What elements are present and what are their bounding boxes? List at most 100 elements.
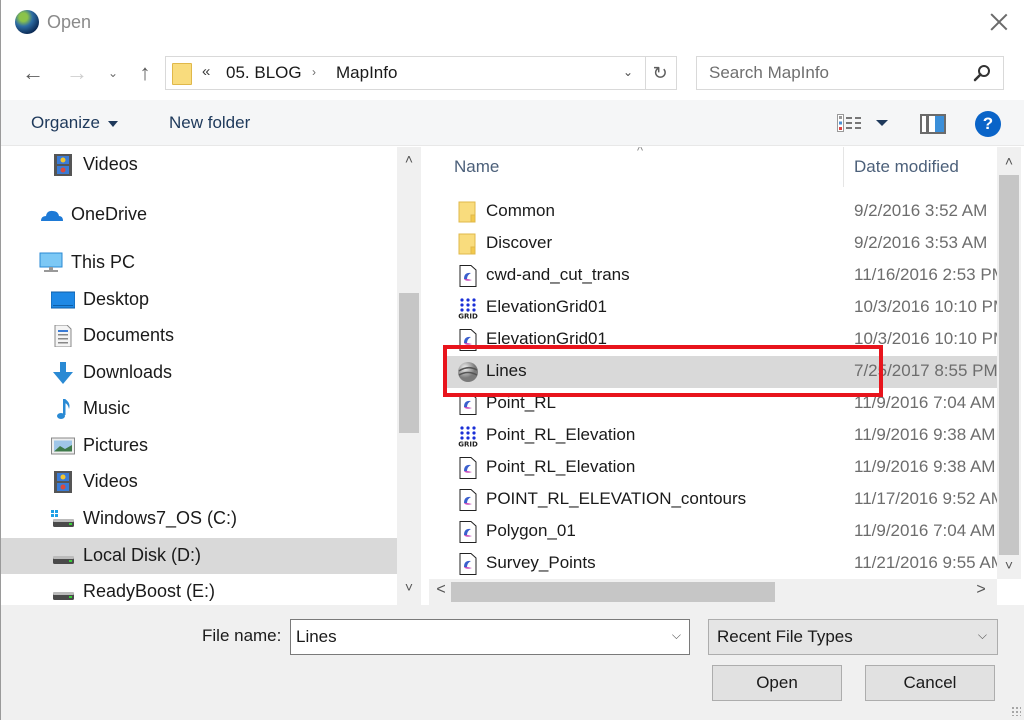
file-date-modified: 11/9/2016 9:38 AM <box>854 457 996 476</box>
open-button[interactable]: Open <box>712 665 842 701</box>
open-dialog: Open ← → ⌄ ↑ « 05. BLOG › MapInfo ⌄ ↻ Se… <box>0 0 1024 720</box>
scroll-thumb[interactable] <box>999 175 1019 555</box>
column-header-date-modified[interactable]: Date modified <box>844 147 997 191</box>
cancel-button[interactable]: Cancel <box>865 665 995 701</box>
view-options-dropdown[interactable] <box>876 120 888 126</box>
address-bar[interactable]: « 05. BLOG › MapInfo ⌄ ↻ <box>165 56 677 90</box>
nav-item-label: Pictures <box>83 435 149 455</box>
nav-item-downloads[interactable]: Downloads <box>1 355 397 391</box>
new-folder-button[interactable]: New folder <box>169 113 250 133</box>
navigation-pane: Videos OneDrive This PC Desktop Document… <box>1 147 421 605</box>
address-dropdown-button[interactable]: ⌄ <box>620 65 636 81</box>
breadcrumb-mapinfo[interactable]: MapInfo <box>336 63 397 83</box>
breadcrumb-separator[interactable]: › <box>312 65 316 79</box>
title-bar: Open <box>1 0 1024 48</box>
address-divider <box>645 57 646 89</box>
pane-splitter[interactable] <box>421 147 429 605</box>
back-button[interactable]: ← <box>19 60 47 86</box>
up-button[interactable]: ↑ <box>131 60 159 86</box>
resize-grip[interactable] <box>1011 706 1021 716</box>
nav-item-videos[interactable]: Videos <box>1 464 397 500</box>
search-input[interactable] <box>697 57 967 89</box>
file-row[interactable]: Common 9/2/2016 3:52 AM <box>447 196 997 228</box>
nav-item-desktop[interactable]: Desktop <box>1 282 397 318</box>
search-icon[interactable] <box>973 64 991 82</box>
file-row[interactable]: POINT_RL_ELEVATION_contours 11/17/2016 9:… <box>447 484 997 516</box>
file-name-input[interactable] <box>291 620 661 654</box>
file-row[interactable]: GRID Point_RL_Elevation 11/9/2016 9:38 AM <box>447 420 997 452</box>
nav-item-readyboost-e[interactable]: ReadyBoost (E:) <box>1 574 397 605</box>
scroll-down-button[interactable]: ˅ <box>397 579 421 599</box>
svg-text:GRID: GRID <box>458 313 478 320</box>
chevron-down-icon[interactable]: ⌵ <box>672 628 681 643</box>
nav-item-pictures[interactable]: Pictures <box>1 428 397 464</box>
caret-down-icon <box>107 120 118 127</box>
scroll-right-button[interactable]: > <box>971 581 991 603</box>
column-header-name[interactable]: Name ^ <box>429 147 843 191</box>
scroll-left-button[interactable]: < <box>431 581 451 603</box>
scroll-up-button[interactable]: ˄ <box>997 153 1021 173</box>
help-icon[interactable]: ? <box>975 111 1001 137</box>
nav-item-windows7-os-c[interactable]: Windows7_OS (C:) <box>1 501 397 537</box>
close-button[interactable] <box>987 10 1011 34</box>
grid-file-icon: GRID <box>458 426 478 447</box>
organize-button[interactable]: Organize <box>31 113 118 133</box>
file-type-select[interactable]: Recent File Types ⌵ <box>708 619 998 655</box>
file-date-modified: 11/9/2016 9:38 AM <box>854 425 996 444</box>
details-view-icon[interactable] <box>837 114 863 132</box>
file-row[interactable]: cwd-and_cut_trans 11/16/2016 2:53 PM <box>447 260 997 292</box>
column-name-label: Name <box>454 157 500 176</box>
nav-item-this-pc[interactable]: This PC <box>1 245 397 281</box>
file-date-modified: 10/3/2016 10:10 PM <box>854 297 997 316</box>
folder-icon <box>172 63 192 85</box>
file-name: ElevationGrid01 <box>486 329 607 348</box>
music-icon <box>57 399 70 419</box>
file-name-combobox[interactable]: ⌵ <box>290 619 690 655</box>
file-name: POINT_RL_ELEVATION_contours <box>486 489 747 508</box>
mapinfo-table-icon <box>459 521 477 543</box>
file-name: Point_RL <box>486 393 556 412</box>
nav-item-label: Music <box>83 398 131 418</box>
nav-item-videos[interactable]: Videos <box>1 147 397 183</box>
file-date-modified: 11/9/2016 7:04 AM <box>854 393 996 412</box>
nav-item-label: This PC <box>71 252 136 272</box>
file-name: cwd-and_cut_trans <box>486 265 630 284</box>
file-date-modified: 11/17/2016 9:52 AM <box>854 489 997 508</box>
recent-locations-dropdown[interactable]: ⌄ <box>105 60 121 86</box>
folder-icon <box>458 233 476 255</box>
scroll-up-button[interactable]: ˄ <box>397 151 421 171</box>
navigation-pane-scrollbar[interactable]: ˄ ˅ <box>397 147 421 605</box>
scroll-thumb[interactable] <box>451 582 775 602</box>
file-row[interactable]: Point_RL_Elevation 11/9/2016 9:38 AM <box>447 452 997 484</box>
file-row[interactable]: Lines 7/25/2017 8:55 PM <box>447 356 997 388</box>
refresh-button[interactable]: ↻ <box>648 61 672 85</box>
file-row[interactable]: Point_RL 11/9/2016 7:04 AM <box>447 388 997 420</box>
nav-item-onedrive[interactable]: OneDrive <box>1 197 397 233</box>
scroll-thumb[interactable] <box>399 293 419 433</box>
file-list-vertical-scrollbar[interactable]: ˄ ˅ <box>997 147 1021 579</box>
file-row[interactable]: ElevationGrid01 10/3/2016 10:10 PM <box>447 324 997 356</box>
window-title: Open <box>47 12 92 32</box>
breadcrumb-blog[interactable]: 05. BLOG <box>226 63 302 83</box>
nav-item-label: Documents <box>83 325 175 345</box>
search-box[interactable] <box>696 56 1004 90</box>
videos-icon <box>54 154 72 176</box>
breadcrumb-overflow[interactable]: « <box>202 63 210 80</box>
grid-file-icon: GRID <box>458 298 478 320</box>
nav-item-local-disk-d[interactable]: Local Disk (D:) <box>1 538 397 574</box>
nav-item-documents[interactable]: Documents <box>1 318 397 354</box>
videos-icon <box>54 471 72 493</box>
preview-pane-icon[interactable] <box>920 114 946 134</box>
scroll-down-button[interactable]: ˅ <box>997 557 1021 577</box>
organize-label: Organize <box>31 113 100 132</box>
file-list-horizontal-scrollbar[interactable]: < > <box>429 579 997 605</box>
file-row[interactable]: GRID ElevationGrid01 10/3/2016 10:10 PM <box>447 292 997 324</box>
forward-button[interactable]: → <box>63 60 91 86</box>
nav-item-music[interactable]: Music <box>1 391 397 427</box>
file-name: Polygon_01 <box>486 521 576 540</box>
file-row[interactable]: Polygon_01 11/9/2016 7:04 AM <box>447 516 997 548</box>
file-row[interactable]: Survey_Points 11/21/2016 9:55 AM <box>447 548 997 579</box>
this-pc-icon <box>39 252 63 272</box>
file-row[interactable]: Discover 9/2/2016 3:53 AM <box>447 228 997 260</box>
file-date-modified: 11/16/2016 2:53 PM <box>854 265 997 284</box>
